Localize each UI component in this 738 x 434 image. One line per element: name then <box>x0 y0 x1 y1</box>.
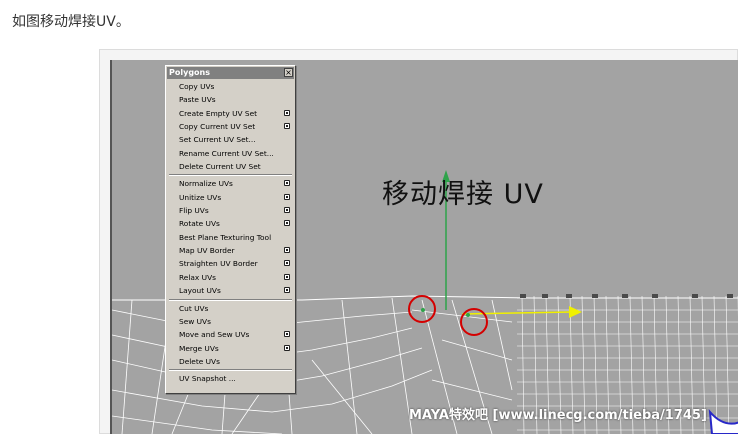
menu-item-sew-uvs[interactable]: Sew UVs <box>166 315 295 328</box>
menu-item-label: Create Empty UV Set <box>179 108 258 118</box>
menu-item-label: Map UV Border <box>179 246 235 256</box>
uv-point-highlight-right <box>460 308 488 336</box>
menu-item-label: Unitize UVs <box>179 192 222 202</box>
menu-item-label: Move and Sew UVs <box>179 330 250 340</box>
menu-item-label: Relax UVs <box>179 272 216 282</box>
option-box-icon[interactable] <box>284 180 290 187</box>
menu-title: Polygons <box>169 68 210 77</box>
menu-item-relax-uvs[interactable]: Relax UVs <box>166 271 295 284</box>
menu-item-unitize-uvs[interactable]: Unitize UVs <box>166 191 295 204</box>
menu-title-bar[interactable]: Polygons × <box>167 67 294 79</box>
menu-item-label: Cut UVs <box>179 303 209 313</box>
polygons-menu: Polygons × Copy UVs Paste UVs Create Empty… <box>165 65 296 394</box>
close-icon[interactable]: × <box>284 68 293 77</box>
menu-item-label: Straighten UV Border <box>179 259 258 269</box>
option-box-icon[interactable] <box>284 287 290 294</box>
menu-item-cut-uvs[interactable]: Cut UVs <box>166 302 295 315</box>
menu-item-move-and-sew-uvs[interactable]: Move and Sew UVs <box>166 328 295 341</box>
option-box-icon[interactable] <box>284 273 290 280</box>
menu-item-flip-uvs[interactable]: Flip UVs <box>166 204 295 217</box>
menu-item-label: Rename Current UV Set... <box>179 148 274 158</box>
menu-item-label: UV Snapshot ... <box>179 374 236 384</box>
option-box-icon[interactable] <box>284 220 290 227</box>
menu-item-label: Rotate UVs <box>179 219 220 229</box>
menu-item-merge-uvs[interactable]: Merge UVs <box>166 342 295 355</box>
menu-item-label: Layout UVs <box>179 286 221 296</box>
menu-item-map-uv-border[interactable]: Map UV Border <box>166 244 295 257</box>
menu-item-label: Flip UVs <box>179 206 209 216</box>
menu-item-label: Best Plane Texturing Tool <box>179 232 272 242</box>
menu-list: Copy UVs Paste UVs Create Empty UV Set Copy… <box>166 80 295 386</box>
option-box-icon[interactable] <box>284 260 290 267</box>
menu-item-label: Copy UVs <box>179 82 215 91</box>
menu-item-rotate-uvs[interactable]: Rotate UVs <box>166 217 295 230</box>
menu-item-label: Merge UVs <box>179 343 219 353</box>
menu-item-uv-snapshot[interactable]: UV Snapshot ... <box>166 372 295 385</box>
option-box-icon[interactable] <box>284 123 290 130</box>
menu-item-label: Normalize UVs <box>179 179 233 189</box>
menu-item-delete-uvs[interactable]: Delete UVs <box>166 355 295 368</box>
intro-text: 如图移动焊接UV。 <box>12 14 130 30</box>
menu-item-straighten-uv-border[interactable]: Straighten UV Border <box>166 257 295 270</box>
option-box-icon[interactable] <box>284 344 290 351</box>
option-box-icon[interactable] <box>284 109 290 116</box>
overlay-title: 移动焊接 UV <box>382 179 544 210</box>
option-box-icon[interactable] <box>284 193 290 200</box>
menu-item-label: Delete UVs <box>179 356 220 366</box>
menu-item-paste-uvs[interactable]: Paste UVs <box>166 93 295 106</box>
menu-item-label: Copy Current UV Set <box>179 122 256 132</box>
menu-item-set-current-uv-set[interactable]: Set Current UV Set... <box>166 133 295 146</box>
watermark: MAYA特效吧 [www.linecg.com/tieba/1745] <box>409 408 707 423</box>
menu-item-normalize-uvs[interactable]: Normalize UVs <box>166 177 295 190</box>
menu-item-label: Sew UVs <box>179 316 211 326</box>
menu-item-copy-uvs[interactable]: Copy UVs <box>166 80 295 93</box>
menu-item-layout-uvs[interactable]: Layout UVs <box>166 284 295 297</box>
menu-item-rename-current-uv-set[interactable]: Rename Current UV Set... <box>166 147 295 160</box>
menu-item-label: Set Current UV Set... <box>179 135 256 145</box>
menu-item-best-plane-texturing-tool[interactable]: Best Plane Texturing Tool <box>166 231 295 244</box>
menu-item-create-empty-uv-set[interactable]: Create Empty UV Set <box>166 107 295 120</box>
menu-item-copy-current-uv-set[interactable]: Copy Current UV Set <box>166 120 295 133</box>
menu-item-label: Paste UVs <box>179 95 216 105</box>
option-box-icon[interactable] <box>284 207 290 214</box>
option-box-icon[interactable] <box>284 247 290 254</box>
menu-item-label: Delete Current UV Set <box>179 162 261 172</box>
menu-item-delete-current-uv-set[interactable]: Delete Current UV Set <box>166 160 295 173</box>
option-box-icon[interactable] <box>284 331 290 338</box>
